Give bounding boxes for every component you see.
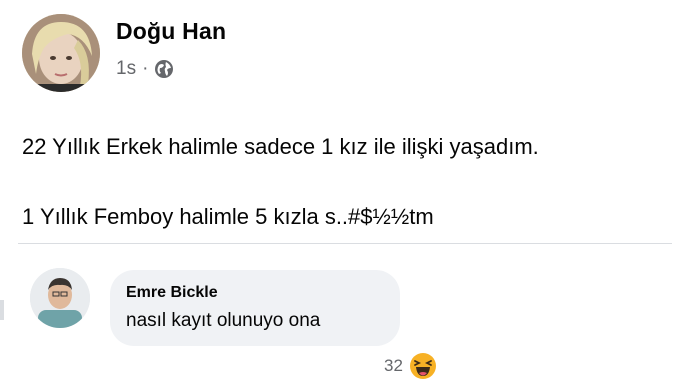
meta-separator: · <box>142 58 149 79</box>
commenter-name[interactable]: Emre Bickle <box>126 284 218 302</box>
post-body: 22 Yıllık Erkek halimle sadece 1 kız ile… <box>22 132 539 232</box>
author-avatar-image <box>22 14 100 92</box>
comment-bubble[interactable]: Emre Bickle nasıl kayıt olunuyo ona <box>110 270 400 346</box>
comment-text: nasıl kayıt olunuyo ona <box>126 310 321 331</box>
edge-divider <box>0 300 4 320</box>
commenter-avatar-image <box>30 268 90 328</box>
author-avatar[interactable] <box>22 14 100 92</box>
author-name[interactable]: Doğu Han <box>116 18 226 45</box>
globe-icon[interactable] <box>154 59 174 79</box>
post-time[interactable]: 1s <box>116 58 136 80</box>
commenter-avatar[interactable] <box>30 268 90 328</box>
divider <box>18 243 672 244</box>
post-meta: 1s · <box>116 58 174 80</box>
post-line-1: 22 Yıllık Erkek halimle sadece 1 kız ile… <box>22 134 539 159</box>
post-line-2: 1 Yıllık Femboy halimle 5 kızla s..#$½½t… <box>22 204 434 229</box>
comment-reactions[interactable]: 32 <box>384 352 437 380</box>
haha-emoji-icon <box>409 353 436 379</box>
reaction-count: 32 <box>384 356 403 375</box>
